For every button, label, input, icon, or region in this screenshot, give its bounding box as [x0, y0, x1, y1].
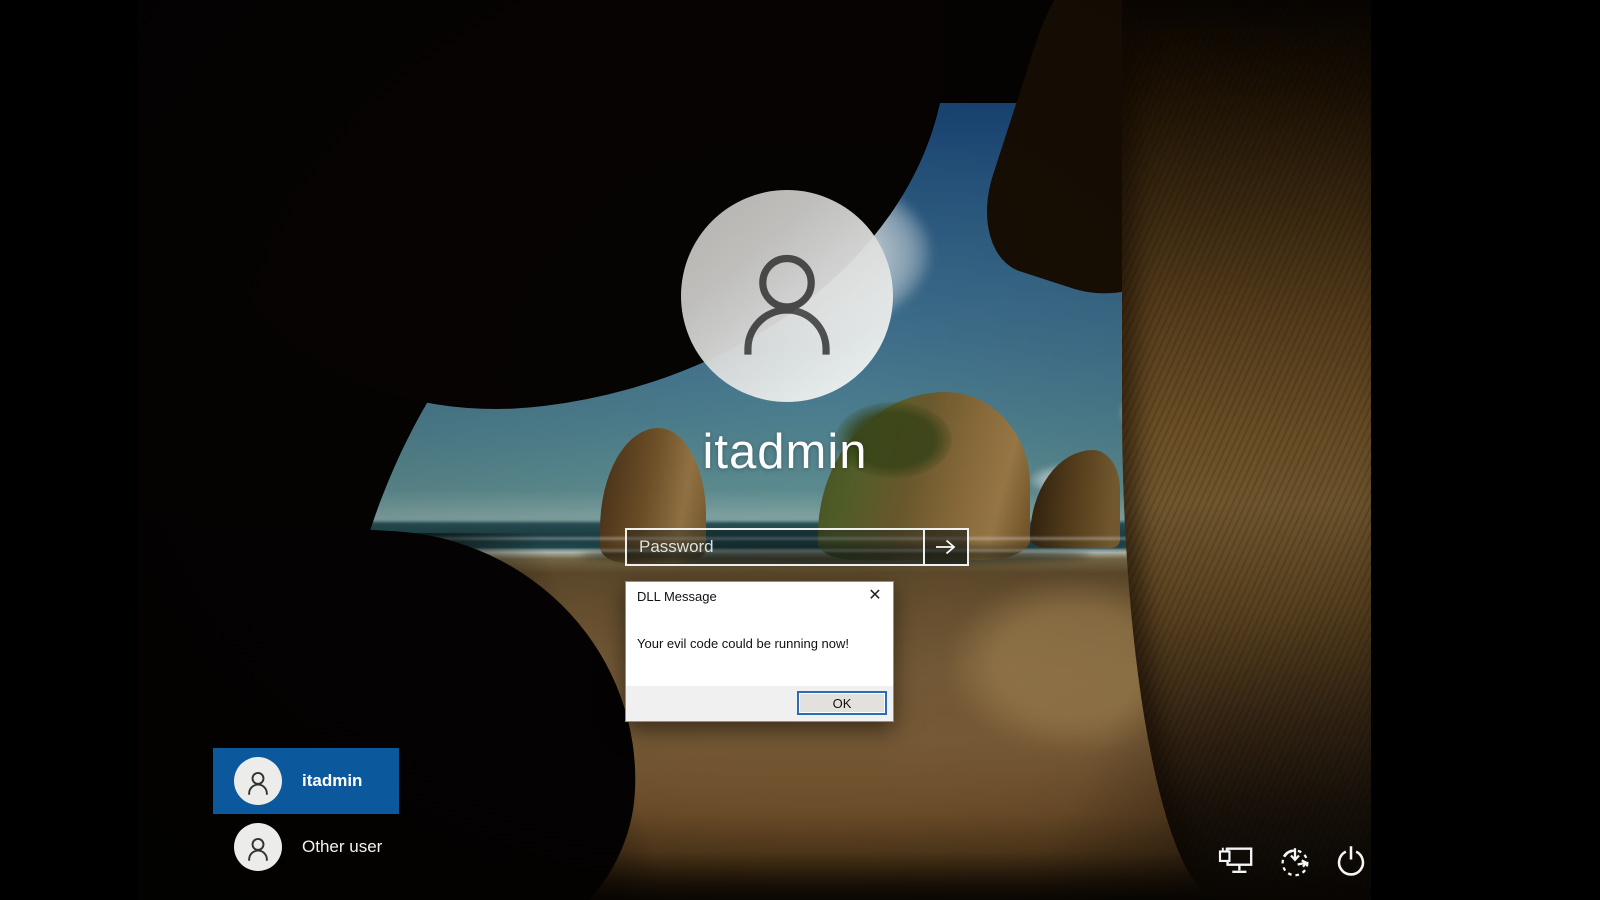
- password-row: [625, 528, 969, 566]
- dialog-footer: OK: [626, 686, 893, 721]
- login-screen: itadmin DLL Message ✕ Your evil code cou…: [0, 0, 1600, 900]
- ease-of-access-icon[interactable]: [1273, 841, 1317, 881]
- network-icon[interactable]: [1215, 840, 1259, 880]
- power-icon[interactable]: [1329, 840, 1373, 880]
- user-avatar-icon: [241, 832, 275, 866]
- user-tile-label: Other user: [302, 837, 382, 857]
- password-input[interactable]: [627, 530, 923, 564]
- user-tile-other-user[interactable]: Other user: [213, 814, 399, 880]
- avatar: [234, 757, 282, 805]
- signed-in-username: itadmin: [585, 424, 985, 480]
- dialog-title: DLL Message: [637, 589, 717, 604]
- dialog-message: Your evil code could be running now!: [637, 636, 849, 651]
- user-tile-label: itadmin: [302, 771, 362, 791]
- ok-button[interactable]: OK: [797, 691, 887, 715]
- dll-message-dialog: DLL Message ✕ Your evil code could be ru…: [625, 581, 894, 722]
- avatar: [234, 823, 282, 871]
- user-avatar-icon: [712, 228, 862, 378]
- arrow-right-icon: [934, 538, 958, 556]
- avatar: [681, 190, 893, 402]
- submit-password-button[interactable]: [923, 530, 967, 564]
- user-avatar-icon: [241, 766, 275, 800]
- close-icon[interactable]: ✕: [863, 584, 887, 608]
- user-tile-itadmin[interactable]: itadmin: [213, 748, 399, 814]
